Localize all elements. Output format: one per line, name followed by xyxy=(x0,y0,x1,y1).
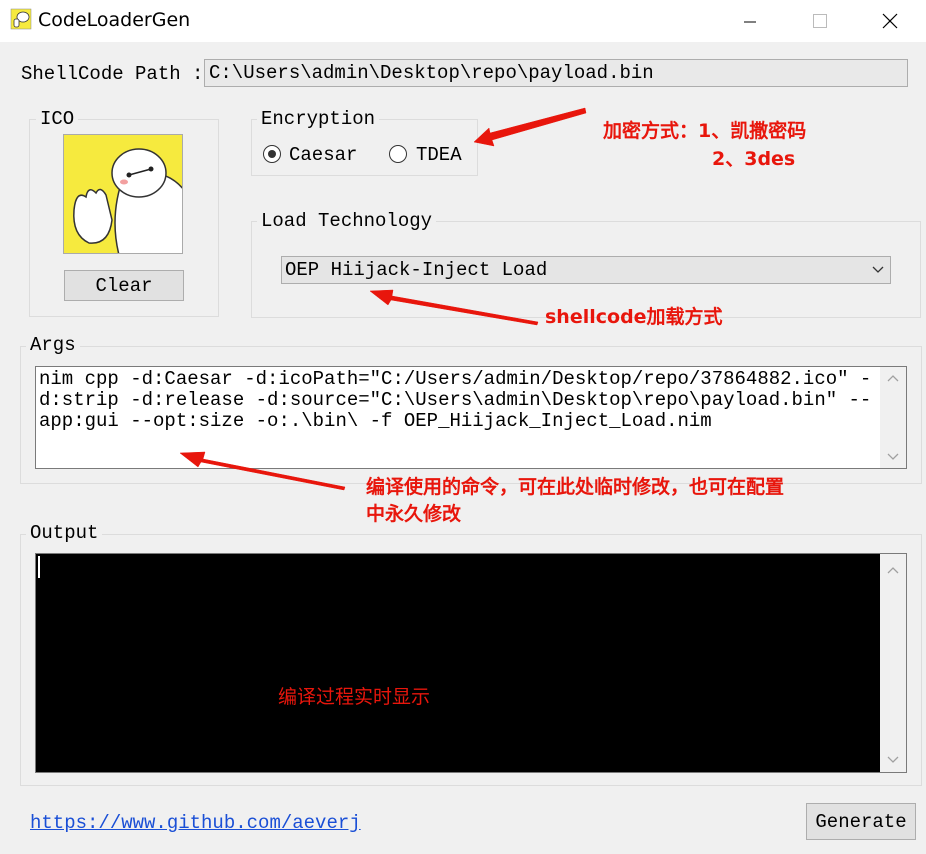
encryption-arrow xyxy=(473,107,587,147)
load-arrow xyxy=(369,289,539,326)
args-arrow xyxy=(179,451,346,491)
main-window: CodeLoaderGen ShellCode Path : C:\Users\… xyxy=(0,0,926,854)
encryption-annotation-line1: 加密方式：1、凯撒密码 xyxy=(603,120,807,142)
args-annotation-line2: 中永久修改 xyxy=(366,503,462,525)
encryption-annotation-line2: 2、3des xyxy=(712,148,796,170)
args-annotation-line1: 编译使用的命令，可在此处临时修改，也可在配置 xyxy=(366,476,785,498)
output-annotation: 编译过程实时显示 xyxy=(278,686,431,708)
load-annotation: shellcode加载方式 xyxy=(545,306,723,328)
